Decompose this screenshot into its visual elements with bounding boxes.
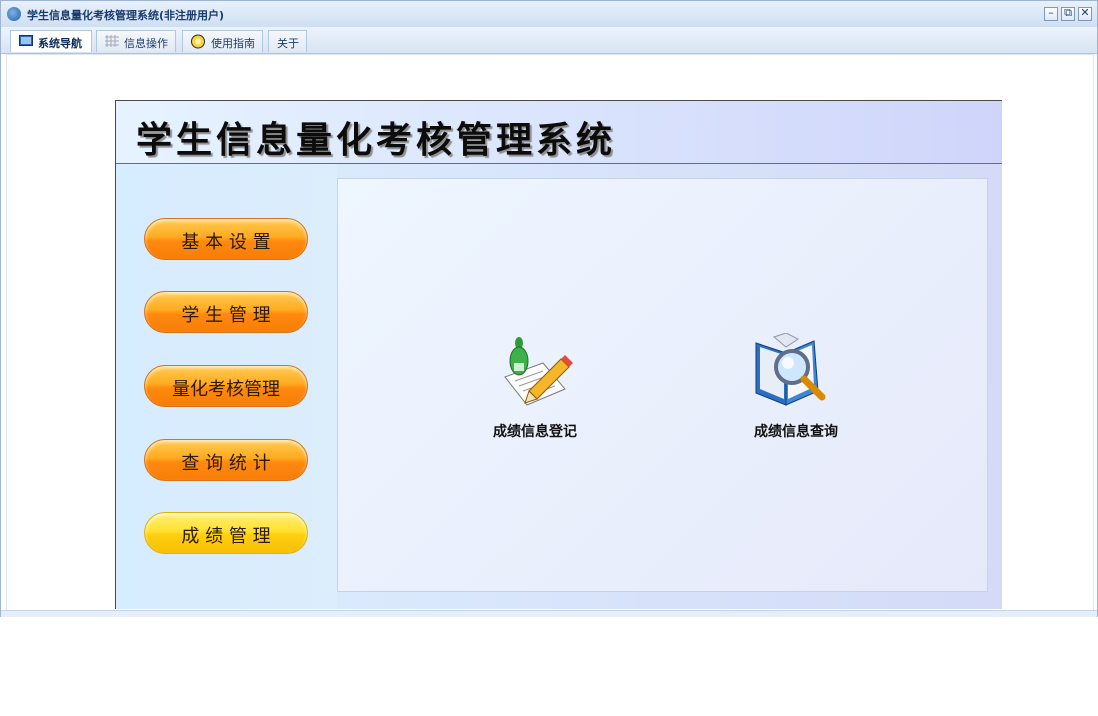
student-management-button[interactable]: 学 生 管 理 — [144, 291, 308, 333]
search-book-icon — [755, 333, 826, 406]
grade-management-button[interactable]: 成 绩 管 理 — [144, 512, 308, 554]
restore-button[interactable]: ⧉ — [1061, 6, 1075, 21]
guide-icon — [191, 34, 205, 49]
feature-label: 成绩信息查询 — [754, 424, 838, 440]
tab-system-nav[interactable]: 系统导航 — [10, 30, 92, 52]
minimize-button[interactable]: – — [1044, 6, 1058, 21]
status-bar — [1, 610, 1097, 617]
title-bar: 学生信息量化考核管理系统(非注册用户) – ⧉ ✕ — [1, 1, 1097, 27]
tab-user-guide[interactable]: 使用指南 — [182, 30, 263, 52]
restore-icon: ⧉ — [1064, 6, 1072, 19]
minimize-icon: – — [1048, 6, 1054, 19]
panel-header: 学生信息量化考核管理系统 — [116, 101, 1002, 164]
monitor-icon — [19, 35, 33, 46]
tab-about[interactable]: 关于 — [268, 30, 307, 52]
quantitative-assessment-button[interactable]: 量化考核管理 — [144, 365, 308, 407]
register-icon — [504, 337, 573, 406]
tab-label: 信息操作 — [124, 37, 168, 50]
tab-label: 使用指南 — [211, 37, 255, 50]
app-icon — [7, 7, 21, 21]
grid-icon — [105, 35, 119, 47]
main-panel: 学生信息量化考核管理系统 基 本 设 置 学 生 管 理 量化考核管理 查 询 … — [115, 100, 1002, 609]
close-icon: ✕ — [1080, 6, 1090, 19]
window-title: 学生信息量化考核管理系统(非注册用户) — [27, 9, 225, 22]
nav-label: 基 本 设 置 — [181, 232, 271, 253]
query-statistics-button[interactable]: 查 询 统 计 — [144, 439, 308, 481]
grade-register-feature[interactable]: 成绩信息登记 — [475, 333, 595, 443]
panel-title: 学生信息量化考核管理系统 — [136, 120, 617, 161]
nav-label: 学 生 管 理 — [181, 305, 271, 326]
nav-label: 查 询 统 计 — [181, 453, 271, 474]
tab-label: 系统导航 — [38, 37, 82, 50]
nav-label: 量化考核管理 — [172, 379, 280, 400]
tab-label: 关于 — [277, 37, 299, 50]
sidebar: 基 本 设 置 学 生 管 理 量化考核管理 查 询 统 计 成 绩 管 理 — [116, 164, 337, 609]
close-button[interactable]: ✕ — [1078, 6, 1092, 21]
tab-info-operation[interactable]: 信息操作 — [96, 30, 176, 52]
basic-settings-button[interactable]: 基 本 设 置 — [144, 218, 308, 260]
tab-bar: 系统导航 信息操作 使用指南 关于 — [1, 27, 1097, 54]
grade-query-feature[interactable]: 成绩信息查询 — [736, 333, 856, 443]
feature-area: 成绩信息登记 成绩信息查询 — [337, 178, 988, 592]
feature-label: 成绩信息登记 — [493, 424, 577, 440]
nav-label: 成 绩 管 理 — [181, 526, 271, 547]
